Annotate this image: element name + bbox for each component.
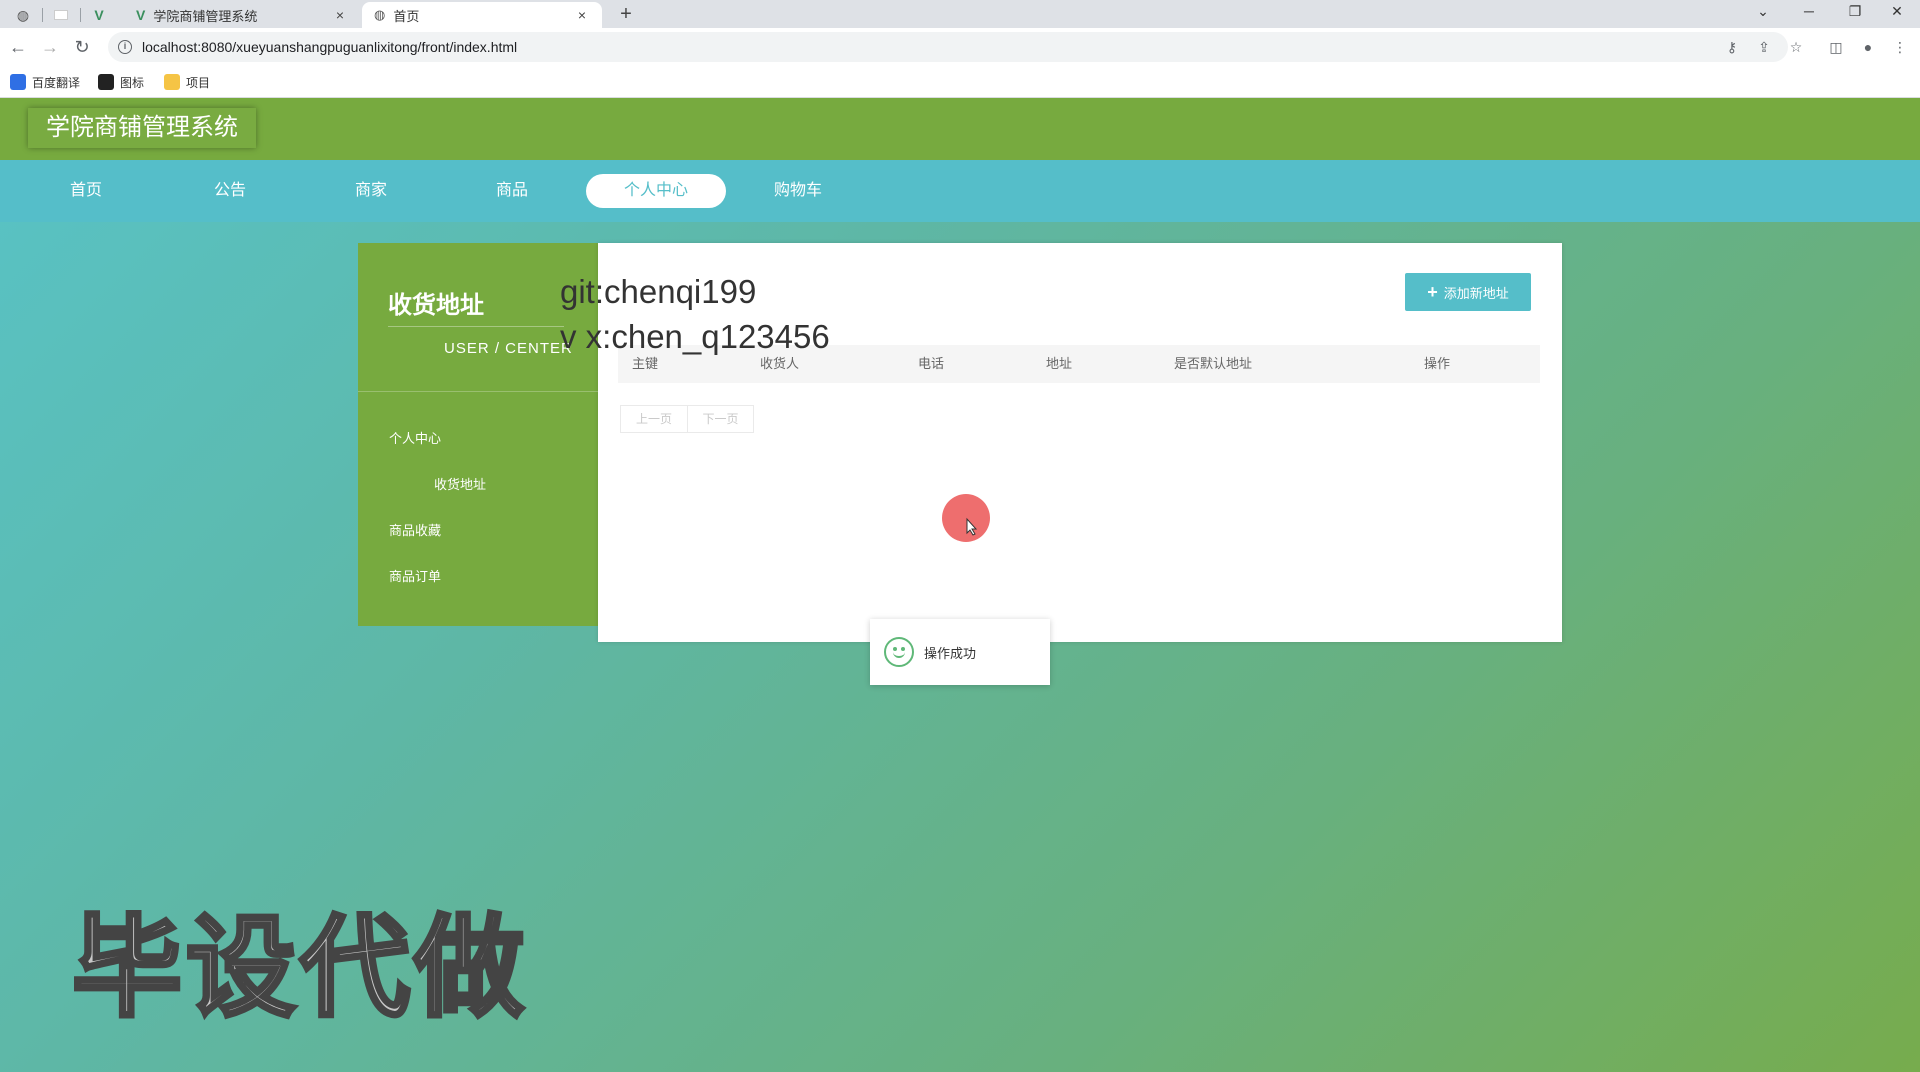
side-panel-icon[interactable]: ◫ [1826,37,1846,57]
sidebar-item-user-center[interactable]: 个人中心 [389,428,441,447]
tab-separator [80,8,81,22]
nav-products[interactable]: 商品 [442,174,582,208]
bookmark-label: 项目 [186,75,211,90]
url-text[interactable]: localhost:8080/xueyuanshangpuguanlixiton… [142,39,517,55]
menu-icon[interactable]: ⋮ [1890,37,1910,57]
close-tab-icon[interactable]: × [574,7,590,23]
key-icon[interactable]: ⚷ [1722,37,1742,57]
toast-message: 操作成功 [924,645,977,661]
pinned-tab[interactable]: ◍ [10,4,36,26]
bookmark-icon [98,74,114,90]
click-indicator [942,494,990,542]
column-header-address: 地址 [1046,356,1073,371]
bookmark-item[interactable]: 百度翻译 [10,72,80,92]
sidebar-subtitle: USER / CENTER [444,340,573,357]
overlay-contact-line: v x:chen_q123456 [560,318,830,355]
column-header-actions: 操作 [1424,356,1451,371]
back-button[interactable]: ← [6,35,30,59]
tab-admin-system[interactable]: V 学院商铺管理系统 × [124,2,360,28]
share-icon[interactable]: ⇪ [1754,37,1774,57]
info-icon[interactable]: i [118,40,132,54]
minimize-button[interactable]: ─ [1786,0,1832,24]
nav-cart[interactable]: 购物车 [728,174,868,208]
sidebar-title: 收货地址 [388,292,484,319]
bookmark-label: 图标 [120,75,145,90]
star-icon[interactable]: ☆ [1786,37,1806,57]
nav-home[interactable]: 首页 [16,174,156,208]
bookmark-item[interactable]: 项目 [164,72,210,92]
overlay-contact-line: git:chenqi199 [560,273,757,310]
globe-icon: ◍ [16,6,30,23]
tab-separator [42,8,43,22]
nav-announcements[interactable]: 公告 [160,174,300,208]
new-tab-button[interactable]: + [614,2,638,26]
prev-page-button[interactable]: 上一页 [621,406,687,432]
restore-button[interactable]: ❐ [1832,0,1878,24]
vue-logo-icon: V [136,7,146,23]
watermark-text: 毕设代做 [70,905,528,1032]
page-body: 学院商铺管理系统 首页 公告 商家 商品 个人中心 购物车 收货地址 USER … [0,98,1920,1072]
site-header: 学院商铺管理系统 [0,98,1920,160]
site-title: 学院商铺管理系统 [28,108,256,148]
next-page-button[interactable]: 下一页 [687,406,753,432]
tab-title: 首页 [393,8,420,24]
add-address-label: 添加新地址 [1443,285,1509,301]
pinned-tab[interactable] [48,4,74,26]
cursor-arrow-icon [966,517,978,536]
profile-icon[interactable]: ● [1858,37,1878,57]
nav-user-center[interactable]: 个人中心 [586,174,726,208]
tab-search-button[interactable]: ⌄ [1740,0,1786,24]
close-window-button[interactable]: ✕ [1874,0,1920,24]
forward-button[interactable]: → [38,35,62,59]
main-nav: 首页 公告 商家 商品 个人中心 购物车 [0,160,1920,222]
folder-icon [164,74,180,90]
column-header-phone: 电话 [918,356,945,371]
nav-merchants[interactable]: 商家 [301,174,441,208]
sidebar-title-underline [388,326,564,327]
bookmark-label: 百度翻译 [32,75,81,90]
success-toast: 操作成功 [870,619,1050,685]
sidebar-item-orders[interactable]: 商品订单 [389,566,441,585]
browser-tab-strip: ◍ V V 学院商铺管理系统 × ◍ 首页 × + ⌄ ─ ❐ ✕ [0,0,1920,28]
sidebar-divider [358,391,598,392]
address-bar[interactable]: i localhost:8080/xueyuanshangpuguanlixit… [108,32,1788,62]
blank-page-icon [54,10,68,20]
column-header-default: 是否默认地址 [1174,356,1253,371]
reload-button[interactable]: ↻ [70,35,94,59]
vue-logo-icon: V [94,7,104,23]
add-address-button[interactable]: + 添加新地址 [1405,273,1531,311]
sidebar-item-favorites[interactable]: 商品收藏 [389,520,441,539]
bookmark-item[interactable]: 图标 [98,72,144,92]
smile-icon [884,637,914,667]
plus-icon: + [1427,281,1438,302]
tab-title: 学院商铺管理系统 [153,8,258,24]
translate-icon [10,74,26,90]
sidebar-item-address[interactable]: 收货地址 [434,474,486,493]
pinned-tab[interactable]: V [86,4,112,26]
browser-toolbar: ← → ↻ i localhost:8080/xueyuanshangpugua… [0,28,1920,66]
globe-icon: ◍ [374,7,386,22]
pagination: 上一页 下一页 [620,405,754,433]
bookmarks-bar: 百度翻译 图标 项目 [0,66,1920,98]
tab-home[interactable]: ◍ 首页 × [362,2,602,28]
close-tab-icon[interactable]: × [332,7,348,23]
